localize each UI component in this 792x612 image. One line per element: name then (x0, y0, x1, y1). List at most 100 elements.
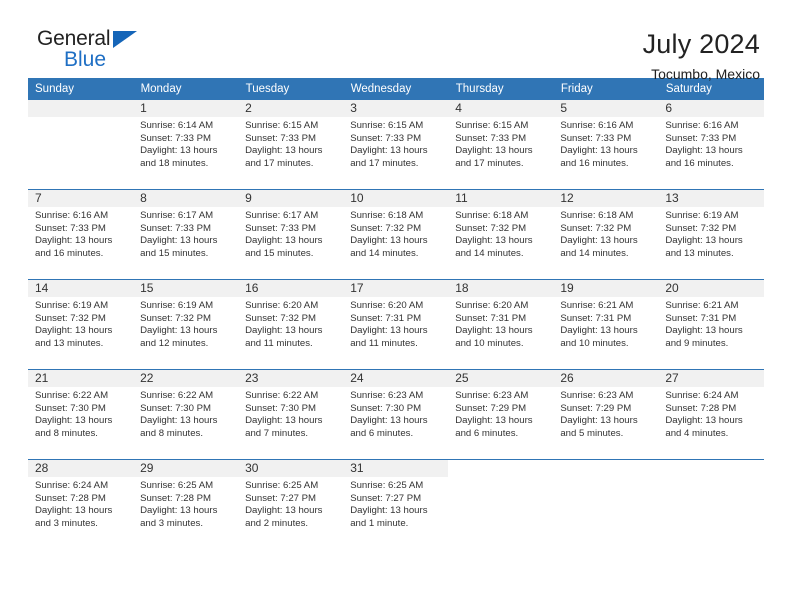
sunset-text: Sunset: 7:32 PM (245, 312, 317, 324)
day-number: 24 (343, 370, 449, 387)
sunrise-text: Sunrise: 6:22 AM (140, 390, 214, 401)
calendar-cell[interactable]: 1 Sunrise: 6:14 AM Sunset: 7:33 PM Daylight… (133, 100, 239, 190)
calendar-cell-empty (658, 459, 764, 549)
day-number: 27 (658, 370, 764, 387)
calendar-cell[interactable]: 17 Sunrise: 6:20 AM Sunset: 7:31 PM Dayligh… (343, 279, 449, 370)
calendar-cell[interactable]: 30 Sunrise: 6:25 AM Sunset: 7:27 PM Dayligh… (238, 459, 344, 549)
calendar-cell[interactable]: 29 Sunrise: 6:25 AM Sunset: 7:28 PM Dayligh… (133, 459, 239, 549)
daylight-text: Daylight: 13 hours and 14 minutes. (455, 235, 533, 259)
sunset-text: Sunset: 7:29 PM (560, 402, 632, 414)
day-details: Sunrise: 6:21 AM Sunset: 7:31 PM Daylight:… (553, 297, 658, 350)
sunrise-text: Sunrise: 6:15 AM (455, 120, 529, 131)
calendar-cell[interactable]: 10 Sunrise: 6:18 AM Sunset: 7:32 PM Dayligh… (343, 189, 449, 280)
sunset-text: Sunset: 7:30 PM (140, 402, 211, 414)
calendar-cell[interactable]: 16 Sunrise: 6:20 AM Sunset: 7:32 PM Dayligh… (238, 279, 344, 370)
calendar-cell[interactable]: 28 Sunrise: 6:24 AM Sunset: 7:28 PM Dayligh… (28, 459, 134, 549)
day-details: Sunrise: 6:24 AM Sunset: 7:28 PM Daylight:… (658, 387, 763, 440)
sunrise-text: Sunrise: 6:24 AM (665, 390, 739, 401)
day-details: Sunrise: 6:25 AM Sunset: 7:28 PM Daylight:… (133, 477, 238, 530)
calendar-cell-inner: 2 Sunrise: 6:15 AM Sunset: 7:33 PM Daylight… (238, 100, 344, 189)
day-details: Sunrise: 6:19 AM Sunset: 7:32 PM Daylight:… (28, 297, 133, 350)
calendar-cell-inner: 30 Sunrise: 6:25 AM Sunset: 7:27 PM Dayligh… (238, 460, 344, 549)
sunset-text: Sunset: 7:28 PM (35, 492, 106, 504)
calendar-cell-inner (658, 460, 764, 549)
calendar-cell[interactable]: 23 Sunrise: 6:22 AM Sunset: 7:30 PM Dayligh… (238, 369, 344, 460)
day-number: 1 (133, 100, 239, 117)
sunset-text: Sunset: 7:31 PM (665, 312, 737, 324)
calendar-cell[interactable]: 19 Sunrise: 6:21 AM Sunset: 7:31 PM Dayligh… (553, 279, 659, 370)
sunset-text: Sunset: 7:28 PM (665, 402, 737, 414)
calendar-cell-inner: 6 Sunrise: 6:16 AM Sunset: 7:33 PM Daylight… (658, 100, 764, 189)
calendar-cell[interactable]: 26 Sunrise: 6:23 AM Sunset: 7:29 PM Dayligh… (553, 369, 659, 460)
day-number: 7 (28, 190, 134, 207)
calendar-cell-inner (28, 100, 134, 189)
day-details: Sunrise: 6:25 AM Sunset: 7:27 PM Daylight:… (343, 477, 448, 530)
day-number: 28 (28, 460, 134, 477)
day-details: Sunrise: 6:18 AM Sunset: 7:32 PM Daylight:… (343, 207, 448, 260)
weekday-header-tuesday: Tuesday (238, 78, 344, 100)
sunset-text: Sunset: 7:28 PM (140, 492, 211, 504)
calendar-cell[interactable]: 3 Sunrise: 6:15 AM Sunset: 7:33 PM Daylight… (343, 100, 449, 190)
sunset-text: Sunset: 7:32 PM (35, 312, 106, 324)
brand-logo[interactable]: General Blue (28, 28, 168, 74)
sunset-text: Sunset: 7:33 PM (455, 132, 527, 144)
calendar-week-row: 1 Sunrise: 6:14 AM Sunset: 7:33 PM Daylight… (28, 100, 764, 190)
calendar-cell[interactable]: 21 Sunrise: 6:22 AM Sunset: 7:30 PM Dayligh… (28, 369, 134, 460)
day-number (658, 460, 764, 477)
sunset-text: Sunset: 7:32 PM (140, 312, 211, 324)
calendar-cell-inner: 27 Sunrise: 6:24 AM Sunset: 7:28 PM Dayligh… (658, 370, 764, 459)
calendar-cell-inner: 12 Sunrise: 6:18 AM Sunset: 7:32 PM Dayligh… (553, 190, 659, 279)
calendar-cell[interactable]: 31 Sunrise: 6:25 AM Sunset: 7:27 PM Dayligh… (343, 459, 449, 549)
calendar-cell-empty (28, 100, 134, 190)
sunset-text: Sunset: 7:30 PM (35, 402, 106, 414)
sunrise-text: Sunrise: 6:22 AM (35, 390, 109, 401)
calendar-cell[interactable]: 25 Sunrise: 6:23 AM Sunset: 7:29 PM Dayligh… (448, 369, 554, 460)
sunrise-text: Sunrise: 6:20 AM (350, 300, 424, 311)
sunset-text: Sunset: 7:33 PM (350, 132, 422, 144)
day-details: Sunrise: 6:21 AM Sunset: 7:31 PM Daylight:… (658, 297, 763, 350)
calendar-cell-inner (553, 460, 659, 549)
calendar-cell[interactable]: 12 Sunrise: 6:18 AM Sunset: 7:32 PM Dayligh… (553, 189, 659, 280)
weekday-header-thursday: Thursday (448, 78, 554, 100)
calendar-cell[interactable]: 27 Sunrise: 6:24 AM Sunset: 7:28 PM Dayligh… (658, 369, 764, 460)
calendar-cell[interactable]: 22 Sunrise: 6:22 AM Sunset: 7:30 PM Dayligh… (133, 369, 239, 460)
day-number: 12 (553, 190, 659, 207)
calendar-cell[interactable]: 13 Sunrise: 6:19 AM Sunset: 7:32 PM Dayligh… (658, 189, 764, 280)
sunrise-text: Sunrise: 6:16 AM (560, 120, 634, 131)
calendar-cell[interactable]: 11 Sunrise: 6:18 AM Sunset: 7:32 PM Dayligh… (448, 189, 554, 280)
calendar-cell[interactable]: 20 Sunrise: 6:21 AM Sunset: 7:31 PM Dayligh… (658, 279, 764, 370)
sunrise-text: Sunrise: 6:18 AM (350, 210, 424, 221)
daylight-text: Daylight: 13 hours and 2 minutes. (245, 505, 323, 529)
calendar-cell[interactable]: 6 Sunrise: 6:16 AM Sunset: 7:33 PM Daylight… (658, 100, 764, 190)
calendar-cell[interactable]: 14 Sunrise: 6:19 AM Sunset: 7:32 PM Dayligh… (28, 279, 134, 370)
sunrise-text: Sunrise: 6:23 AM (455, 390, 529, 401)
calendar-week-row: 7 Sunrise: 6:16 AM Sunset: 7:33 PM Daylight… (28, 189, 764, 280)
calendar-cell[interactable]: 7 Sunrise: 6:16 AM Sunset: 7:33 PM Daylight… (28, 189, 134, 280)
calendar-cell-inner: 3 Sunrise: 6:15 AM Sunset: 7:33 PM Daylight… (343, 100, 449, 189)
daylight-text: Daylight: 13 hours and 5 minutes. (560, 415, 638, 439)
calendar-cell-inner: 7 Sunrise: 6:16 AM Sunset: 7:33 PM Daylight… (28, 190, 134, 279)
calendar-cell-inner: 18 Sunrise: 6:20 AM Sunset: 7:31 PM Dayligh… (448, 280, 554, 369)
day-details: Sunrise: 6:23 AM Sunset: 7:29 PM Daylight:… (553, 387, 658, 440)
day-details: Sunrise: 6:25 AM Sunset: 7:27 PM Daylight:… (238, 477, 343, 530)
calendar-cell[interactable]: 5 Sunrise: 6:16 AM Sunset: 7:33 PM Daylight… (553, 100, 659, 190)
calendar-cell[interactable]: 18 Sunrise: 6:20 AM Sunset: 7:31 PM Dayligh… (448, 279, 554, 370)
calendar-cell[interactable]: 2 Sunrise: 6:15 AM Sunset: 7:33 PM Daylight… (238, 100, 344, 190)
page-title: July 2024 (642, 29, 760, 59)
calendar-cell[interactable]: 4 Sunrise: 6:15 AM Sunset: 7:33 PM Daylight… (448, 100, 554, 190)
day-number: 17 (343, 280, 449, 297)
sunrise-text: Sunrise: 6:23 AM (350, 390, 424, 401)
calendar-cell[interactable]: 9 Sunrise: 6:17 AM Sunset: 7:33 PM Daylight… (238, 189, 344, 280)
calendar-cell-inner: 21 Sunrise: 6:22 AM Sunset: 7:30 PM Dayligh… (28, 370, 134, 459)
daylight-text: Daylight: 13 hours and 17 minutes. (350, 145, 428, 169)
daylight-text: Daylight: 13 hours and 9 minutes. (665, 325, 743, 349)
calendar-cell[interactable]: 15 Sunrise: 6:19 AM Sunset: 7:32 PM Dayligh… (133, 279, 239, 370)
day-details: Sunrise: 6:17 AM Sunset: 7:33 PM Daylight:… (133, 207, 238, 260)
day-number: 14 (28, 280, 134, 297)
calendar-cell-inner: 13 Sunrise: 6:19 AM Sunset: 7:32 PM Dayligh… (658, 190, 764, 279)
calendar-cell[interactable]: 24 Sunrise: 6:23 AM Sunset: 7:30 PM Dayligh… (343, 369, 449, 460)
calendar-cell[interactable]: 8 Sunrise: 6:17 AM Sunset: 7:33 PM Daylight… (133, 189, 239, 280)
day-details: Sunrise: 6:16 AM Sunset: 7:33 PM Daylight:… (658, 117, 763, 170)
calendar-cell-inner (448, 460, 554, 549)
day-details: Sunrise: 6:17 AM Sunset: 7:33 PM Daylight:… (238, 207, 343, 260)
